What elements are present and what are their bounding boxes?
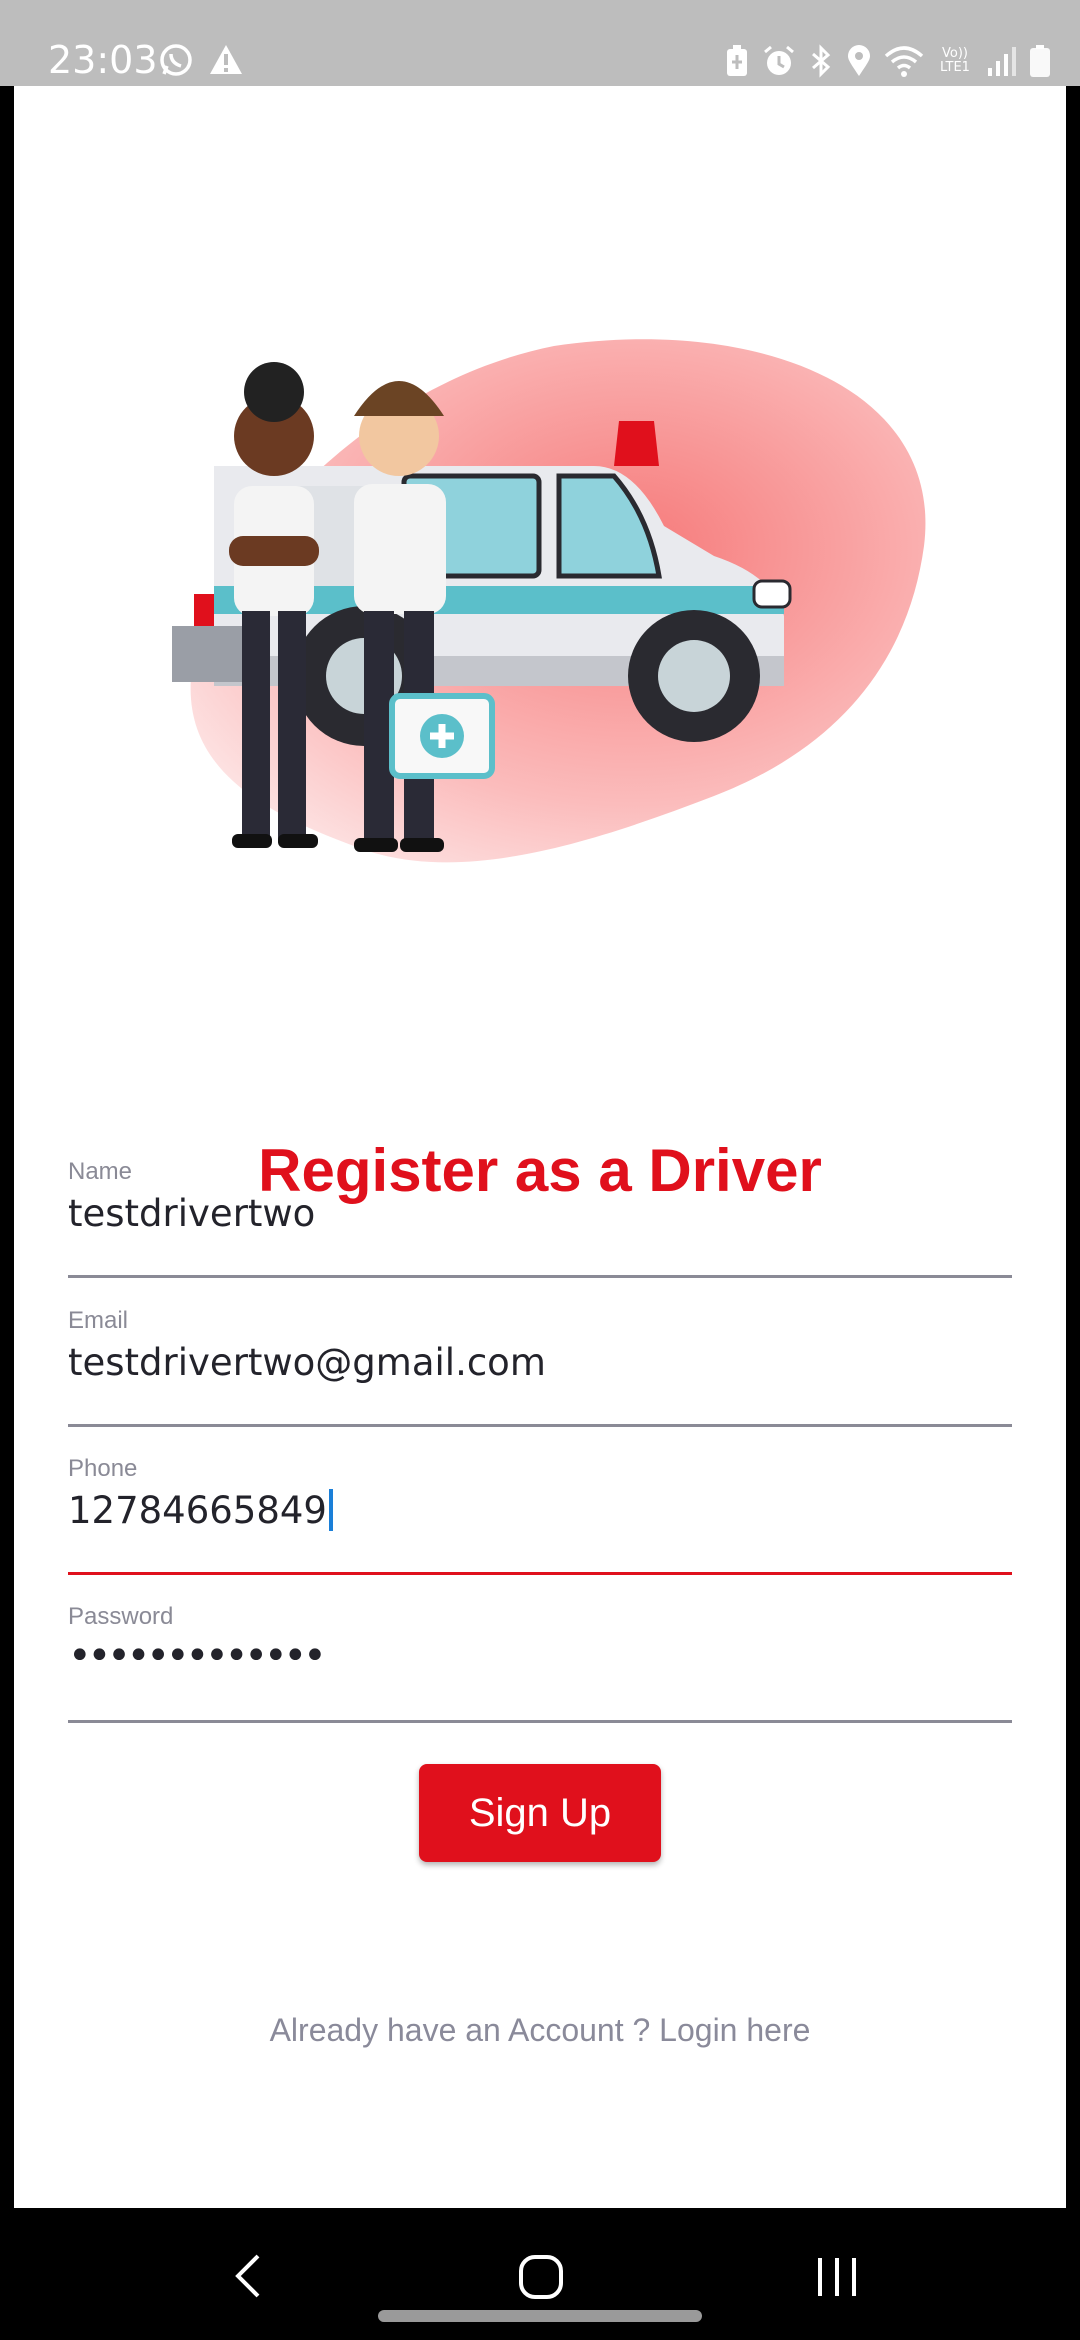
whatsapp-icon — [160, 44, 192, 76]
login-link[interactable]: Already have an Account ? Login here — [14, 2012, 1066, 2049]
password-input[interactable]: ••••••••••••• — [68, 1633, 327, 1679]
volte-icon: Vo)) LTE1 — [940, 46, 970, 75]
home-icon[interactable] — [518, 2254, 564, 2300]
phone-input-wrap[interactable]: 12784665849 — [68, 1489, 333, 1532]
name-underline — [68, 1275, 1012, 1278]
ambulance-illustration — [172, 339, 926, 863]
name-field[interactable]: Name testdrivertwo — [68, 1158, 1012, 1278]
battery-icon — [1030, 45, 1050, 77]
location-icon — [848, 45, 870, 76]
battery-saver-icon — [727, 45, 747, 76]
password-field[interactable]: Password ••••••••••••• — [68, 1603, 1012, 1723]
warning-icon — [210, 45, 242, 74]
alarm-icon — [764, 45, 794, 75]
home-indicator[interactable] — [378, 2310, 702, 2322]
signal-icon — [988, 47, 1016, 76]
wifi-icon — [884, 46, 924, 77]
recents-icon[interactable] — [814, 2254, 860, 2300]
register-screen: Register as a Driver Name testdrivertwo … — [14, 86, 1066, 2208]
sign-up-button[interactable]: Sign Up — [419, 1764, 661, 1862]
phone-input[interactable]: 12784665849 — [68, 1489, 327, 1532]
email-field[interactable]: Email testdrivertwo@gmail.com — [68, 1307, 1012, 1427]
password-label: Password — [68, 1603, 174, 1630]
status-time: 23:03 — [48, 38, 158, 82]
text-caret — [328, 1489, 333, 1531]
phone-label: Phone — [68, 1455, 138, 1482]
email-label: Email — [68, 1307, 129, 1334]
status-bar: 23:03 Vo)) LTE1 — [0, 0, 1080, 86]
phone-underline — [68, 1572, 1012, 1575]
back-icon[interactable] — [228, 2252, 268, 2300]
name-input[interactable]: testdrivertwo — [68, 1192, 315, 1235]
password-underline — [68, 1720, 1012, 1723]
name-label: Name — [68, 1158, 133, 1185]
phone-field[interactable]: Phone 12784665849 — [68, 1455, 1012, 1575]
email-input[interactable]: testdrivertwo@gmail.com — [68, 1341, 546, 1384]
bluetooth-icon — [812, 44, 831, 78]
email-underline — [68, 1424, 1012, 1427]
